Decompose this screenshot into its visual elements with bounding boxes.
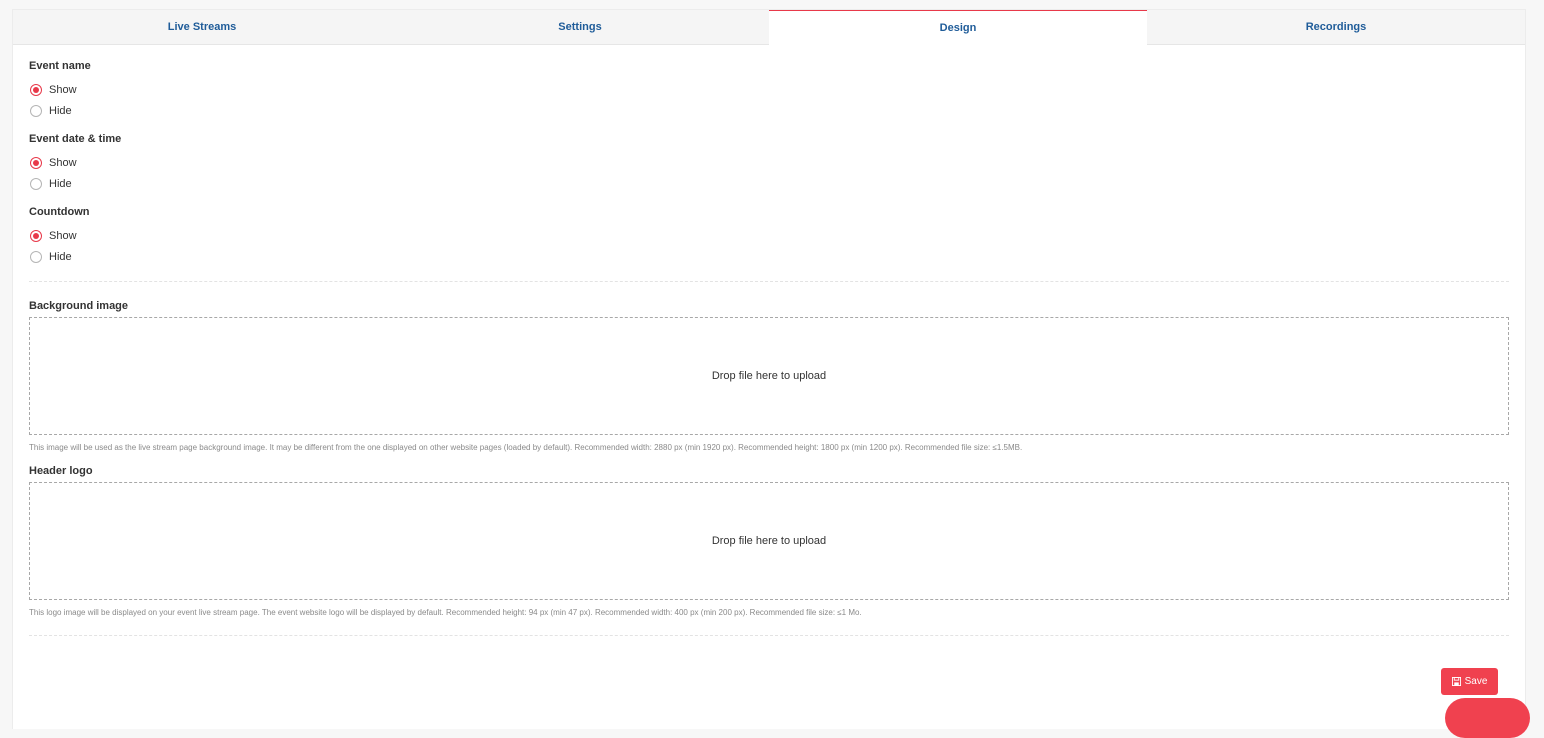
countdown-hide-radio[interactable]	[30, 250, 42, 263]
event-name-label: Event name	[29, 60, 91, 72]
event-date-time-show-option[interactable]: Show	[29, 152, 1509, 173]
event-name-show-label: Show	[49, 83, 77, 96]
tab-bar: Live Streams Settings Design Recordings	[13, 10, 1525, 45]
event-name-show-radio[interactable]	[30, 83, 42, 96]
background-image-dropzone-text: Drop file here to upload	[711, 370, 827, 382]
countdown-label: Countdown	[29, 206, 90, 218]
tab-live-streams[interactable]: Live Streams	[13, 10, 391, 44]
countdown-hide-option[interactable]: Hide	[29, 246, 1509, 267]
event-date-time-hide-option[interactable]: Hide	[29, 173, 1509, 194]
design-form: Event name Show Hide Event date & time S…	[13, 45, 1525, 636]
tab-settings[interactable]: Settings	[391, 10, 769, 44]
background-image-dropzone[interactable]: Drop file here to upload	[29, 317, 1509, 435]
event-date-time-show-radio[interactable]	[30, 156, 42, 169]
save-button-label: Save	[1464, 676, 1488, 687]
tab-recordings[interactable]: Recordings	[1147, 10, 1525, 44]
countdown-show-label: Show	[49, 229, 77, 242]
header-logo-dropzone[interactable]: Drop file here to upload	[29, 482, 1509, 600]
event-name-hide-label: Hide	[49, 104, 72, 117]
tab-design[interactable]: Design	[769, 10, 1147, 45]
countdown-show-radio[interactable]	[30, 229, 42, 242]
background-image-label: Background image	[29, 300, 129, 312]
countdown-show-option[interactable]: Show	[29, 225, 1509, 246]
event-date-time-hide-label: Hide	[49, 177, 72, 190]
event-name-hide-option[interactable]: Hide	[29, 100, 1509, 121]
design-panel: Live Streams Settings Design Recordings …	[12, 9, 1526, 729]
event-name-show-option[interactable]: Show	[29, 79, 1509, 100]
event-date-time-show-label: Show	[49, 156, 77, 169]
event-date-time-label: Event date & time	[29, 133, 122, 145]
section-divider-bottom	[29, 635, 1509, 636]
floppy-disk-icon	[1451, 677, 1461, 686]
chat-bubble[interactable]	[1445, 698, 1530, 738]
event-date-time-hide-radio[interactable]	[30, 177, 42, 190]
header-logo-label: Header logo	[29, 465, 93, 477]
countdown-hide-label: Hide	[49, 250, 72, 263]
background-image-help: This image will be used as the live stre…	[29, 443, 1023, 452]
event-name-hide-radio[interactable]	[30, 104, 42, 117]
header-logo-dropzone-text: Drop file here to upload	[711, 535, 827, 547]
header-logo-help: This logo image will be displayed on you…	[29, 608, 862, 617]
save-button[interactable]: Save	[1441, 668, 1498, 695]
